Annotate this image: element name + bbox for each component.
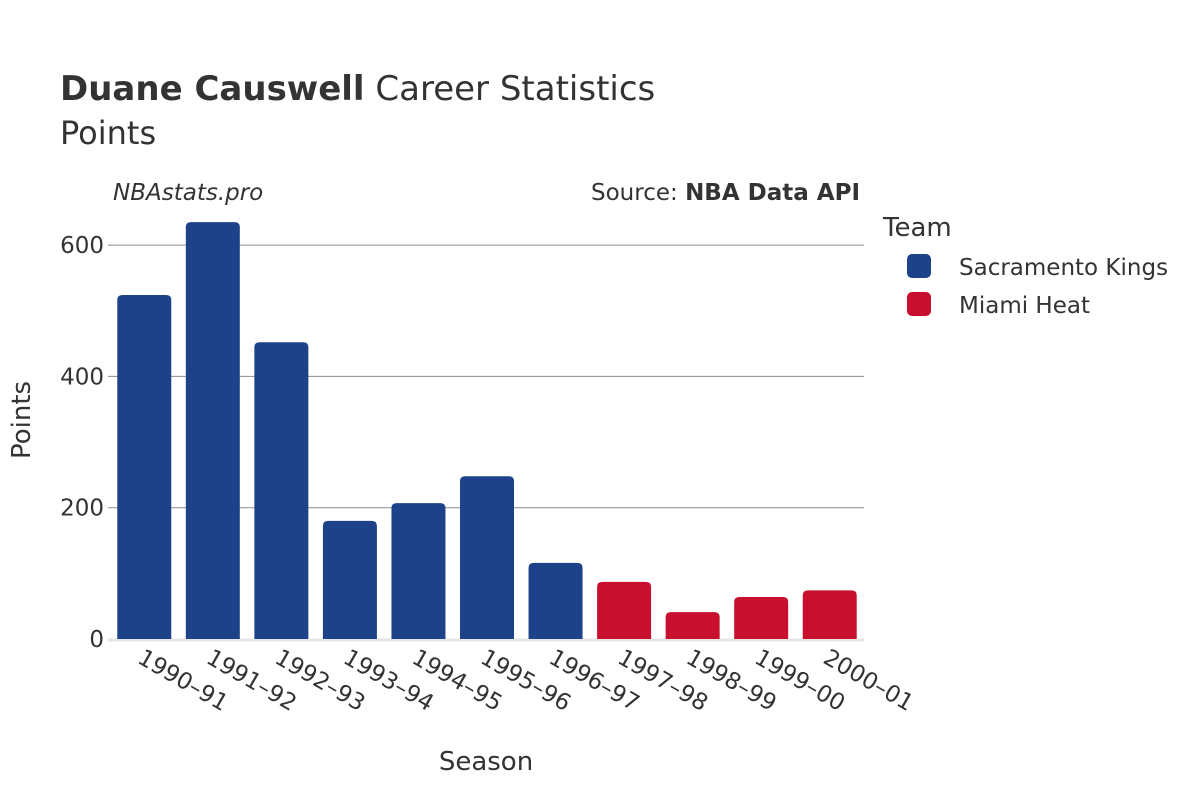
source-label: Source: <box>591 180 685 206</box>
y-axis-ticks: 0 200 400 600 <box>60 233 104 653</box>
chart-subtitle: Points <box>60 114 156 152</box>
chart-title: Duane Causwell Career Statistics <box>60 69 655 109</box>
bar-1997–98[interactable] <box>597 581 652 639</box>
title-rest: Career Statistics <box>365 69 656 109</box>
chart: Duane Causwell Career Statistics Points … <box>7 69 1168 777</box>
bar-1990–91[interactable] <box>117 294 172 639</box>
legend-swatch <box>907 254 931 278</box>
y-tick-label: 600 <box>60 233 104 259</box>
bar-1991–92[interactable] <box>185 222 240 639</box>
y-axis-label: Points <box>7 381 37 459</box>
y-tick-label: 400 <box>60 364 104 390</box>
bar-1996–97[interactable] <box>528 562 583 639</box>
bar-1993–94[interactable] <box>322 520 377 639</box>
legend-title: Team <box>882 213 952 243</box>
bar-1995–96[interactable] <box>460 476 514 639</box>
source-text: Source: NBA Data API <box>591 180 860 206</box>
bars <box>117 222 857 639</box>
bar-1998–99[interactable] <box>665 612 720 639</box>
legend: Team Sacramento Kings Miami Heat <box>882 213 1168 319</box>
x-axis-label: Season <box>439 747 533 777</box>
bar-1992–93[interactable] <box>254 342 309 639</box>
watermark: NBAstats.pro <box>113 180 263 206</box>
bar-1994–95[interactable] <box>391 503 446 639</box>
x-axis-ticks: 1990–911991–921992–931993–941994–951995–… <box>133 645 917 717</box>
y-tick-label: 0 <box>89 627 104 653</box>
legend-label[interactable]: Miami Heat <box>959 293 1090 319</box>
source-name: NBA Data API <box>685 180 860 206</box>
legend-label[interactable]: Sacramento Kings <box>959 255 1168 281</box>
bar-1999–00[interactable] <box>734 596 789 639</box>
y-tick-label: 200 <box>60 496 104 522</box>
bar-2000–01[interactable] <box>802 590 857 639</box>
legend-swatch <box>907 292 931 316</box>
title-player: Duane Causwell <box>60 69 365 109</box>
